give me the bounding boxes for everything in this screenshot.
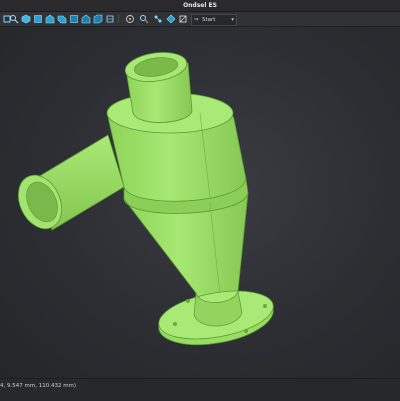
document-icon[interactable]: [139, 14, 149, 24]
view-bottom-icon[interactable]: [93, 14, 103, 24]
view-left-icon[interactable]: [105, 14, 115, 24]
view-front-icon[interactable]: [45, 14, 55, 24]
fit-all-icon[interactable]: [9, 14, 19, 24]
base-flange: [158, 290, 274, 346]
toolbar: ⇒ Start ▾: [0, 12, 400, 27]
measure-icon[interactable]: [125, 14, 135, 24]
view-iso-icon[interactable]: [33, 14, 43, 24]
view-select-icon: ⇒: [194, 17, 199, 23]
clipping-icon[interactable]: [178, 14, 188, 24]
status-bar: 4, 9.547 mm, 110.432 mm): [0, 378, 400, 401]
view-right-icon[interactable]: [69, 14, 79, 24]
view-select[interactable]: ⇒ Start ▾: [191, 14, 237, 26]
cursor-coordinates: 4, 9.547 mm, 110.432 mm): [0, 383, 77, 389]
view-select-value: Start: [202, 17, 216, 23]
view-rear-icon[interactable]: [81, 14, 91, 24]
toolbar-separator: [118, 15, 119, 23]
view-top-icon[interactable]: [57, 14, 67, 24]
chevron-down-icon: ▾: [231, 17, 234, 23]
tree-icon[interactable]: [153, 14, 163, 24]
part-icon[interactable]: [166, 14, 176, 24]
3d-viewport[interactable]: [0, 27, 400, 378]
window-title: Ondsel ES: [0, 0, 400, 12]
model-view[interactable]: [0, 27, 400, 378]
inlet-pipe: [17, 134, 125, 231]
outlet-pipe: [124, 52, 193, 123]
zoom-icon[interactable]: [21, 14, 31, 24]
